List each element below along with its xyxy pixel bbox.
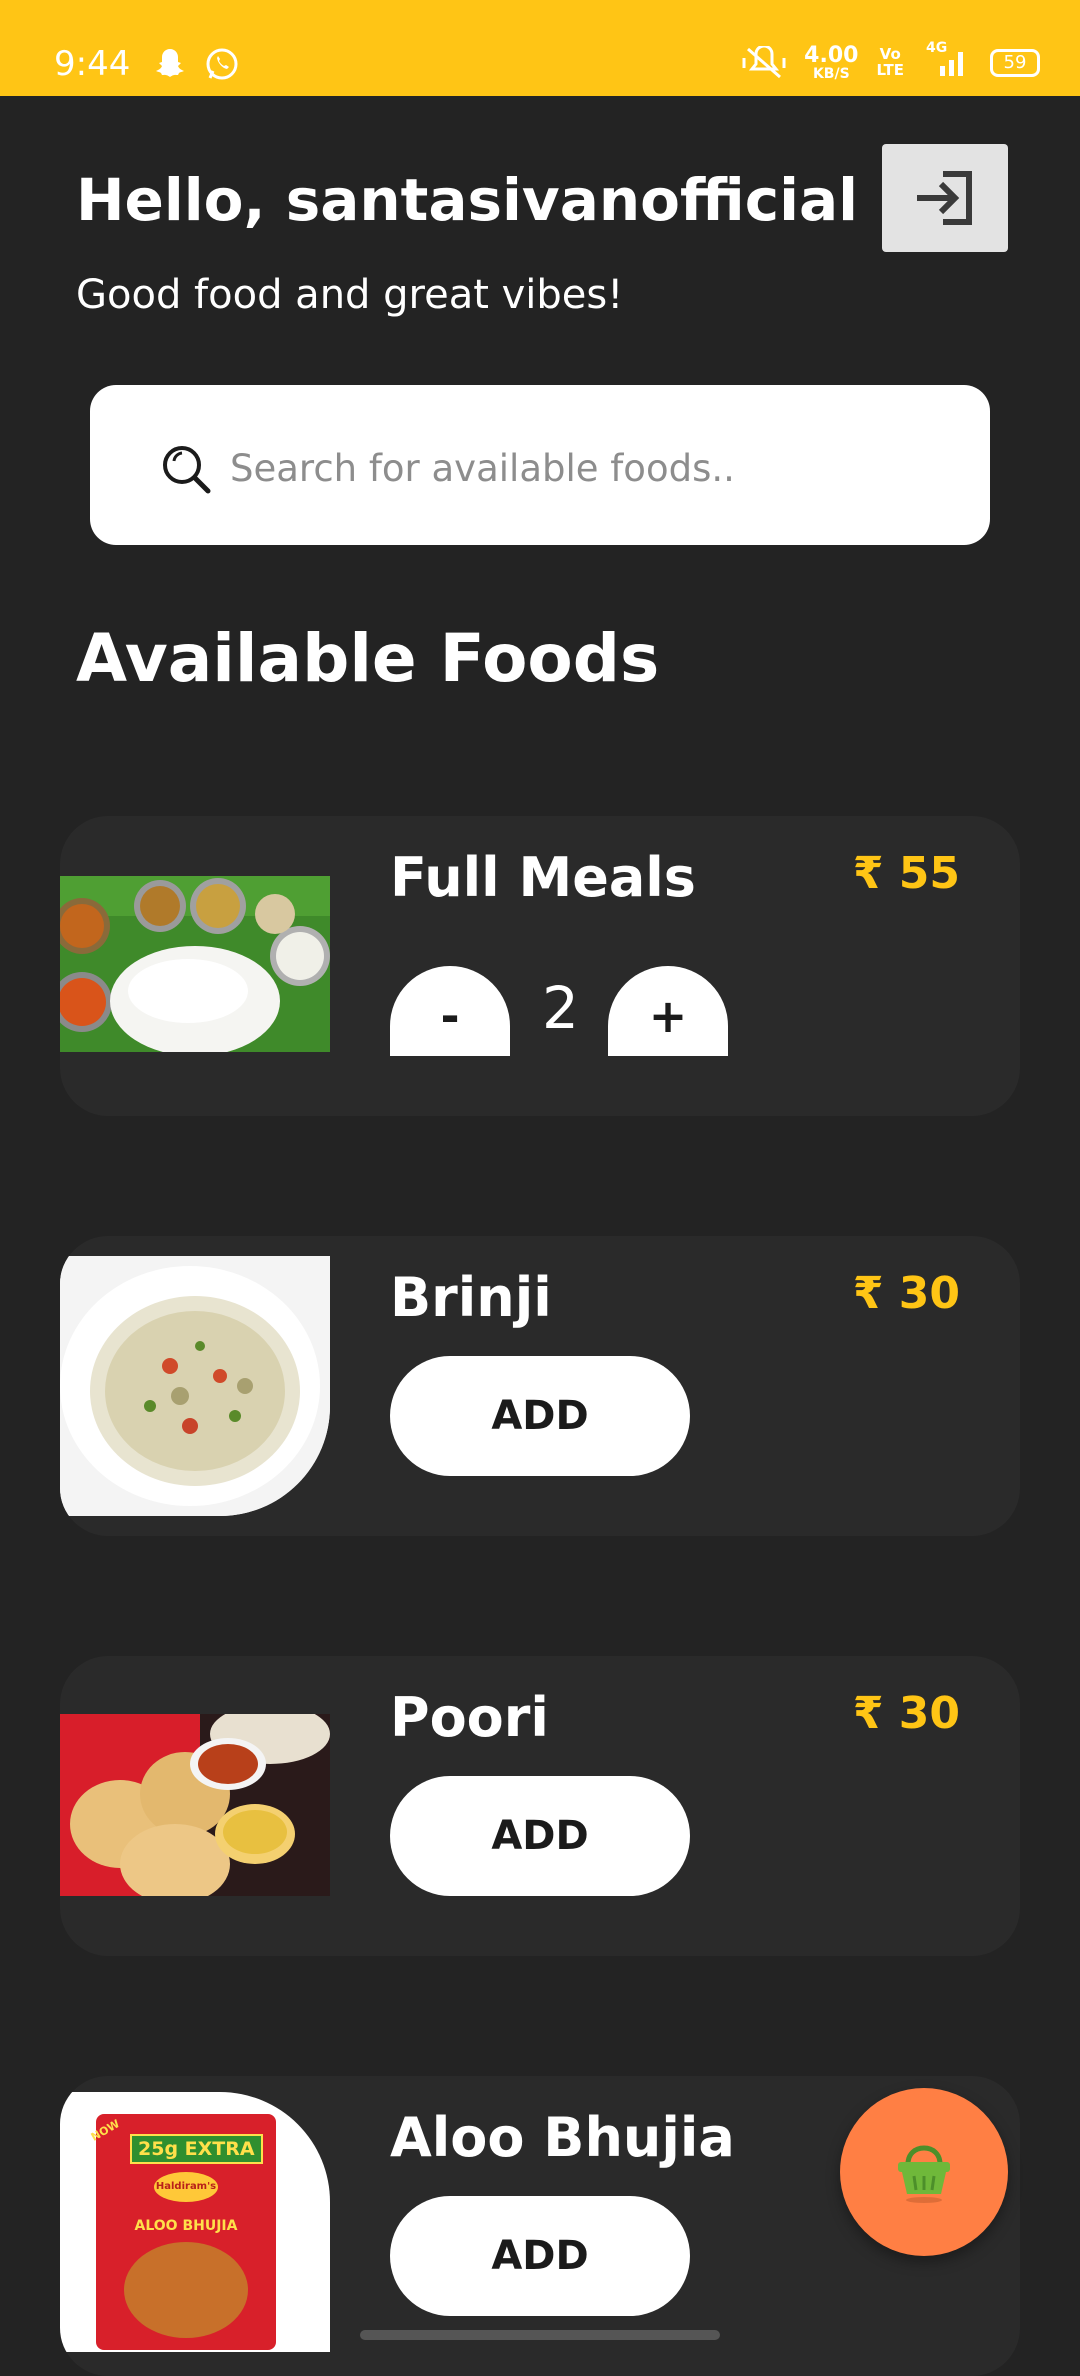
network-speed: 4.00 KB/S — [804, 43, 859, 82]
status-time: 9:44 — [54, 44, 131, 84]
food-image-aloo-bhujia: NOW 25g EXTRA Haldiram's ALOO BHUJIA — [60, 2092, 330, 2352]
package-brand: Haldiram's — [154, 2172, 218, 2202]
tagline: Good food and great vibes! — [76, 272, 624, 318]
snapchat-icon — [152, 46, 188, 86]
network-speed-value: 4.00 — [804, 43, 859, 68]
network-speed-unit: KB/S — [812, 66, 850, 82]
cart-fab-button[interactable] — [840, 2088, 1008, 2256]
food-name: Poori — [390, 1686, 549, 1749]
whatsapp-icon — [204, 46, 240, 86]
food-image-poori — [60, 1714, 330, 1896]
package-snack-visual — [124, 2242, 248, 2338]
logout-button[interactable] — [882, 144, 1008, 252]
home-indicator[interactable] — [360, 2330, 720, 2340]
volte-bottom: LTE — [876, 61, 904, 79]
add-button[interactable]: ADD — [390, 2196, 690, 2316]
logout-icon — [917, 171, 972, 225]
food-image-full-meals — [60, 876, 330, 1052]
search-icon — [163, 446, 211, 494]
food-name: Full Meals — [390, 846, 696, 909]
network-type: 4G — [926, 40, 948, 56]
volte-indicator: Vo LTE — [876, 46, 904, 79]
battery-icon: 59 — [990, 49, 1040, 77]
food-price: ₹ 30 — [852, 1268, 960, 1319]
greeting-title: Hello, santasivanofficial ! — [76, 166, 905, 234]
quantity-value: 2 — [542, 974, 579, 1042]
battery-level: 59 — [1003, 52, 1027, 73]
search-input[interactable] — [228, 437, 932, 499]
food-image-brinji — [60, 1256, 330, 1516]
food-card-brinji: Brinji ₹ 30 ADD — [60, 1236, 1020, 1536]
section-title: Available Foods — [76, 620, 660, 697]
shopping-basket-icon — [898, 2145, 950, 2203]
package-product: ALOO BHUJIA — [134, 2218, 238, 2234]
search-bar[interactable] — [90, 385, 990, 545]
food-card-poori: Poori ₹ 30 ADD — [60, 1656, 1020, 1956]
increase-quantity-button[interactable]: + — [608, 966, 728, 1056]
food-name: Aloo Bhujia — [390, 2106, 735, 2169]
add-button[interactable]: ADD — [390, 1356, 690, 1476]
package-corner-text: NOW — [88, 2117, 122, 2144]
food-card-full-meals: Full Meals ₹ 55 - 2 + — [60, 816, 1020, 1116]
decrease-quantity-button[interactable]: - — [390, 966, 510, 1056]
food-price: ₹ 55 — [852, 848, 960, 899]
add-button[interactable]: ADD — [390, 1776, 690, 1896]
mute-icon — [742, 46, 786, 79]
food-name: Brinji — [390, 1266, 552, 1329]
package-badge: 25g EXTRA — [130, 2134, 263, 2164]
food-price: ₹ 30 — [852, 1688, 960, 1739]
status-right-group: 4.00 KB/S Vo LTE 4G 59 — [742, 40, 1040, 82]
status-bar: 9:44 4.00 KB/S Vo LTE 4G 59 — [0, 0, 1080, 96]
signal-group: 4G — [922, 40, 972, 82]
snack-package: NOW 25g EXTRA Haldiram's ALOO BHUJIA — [89, 2114, 276, 2350]
